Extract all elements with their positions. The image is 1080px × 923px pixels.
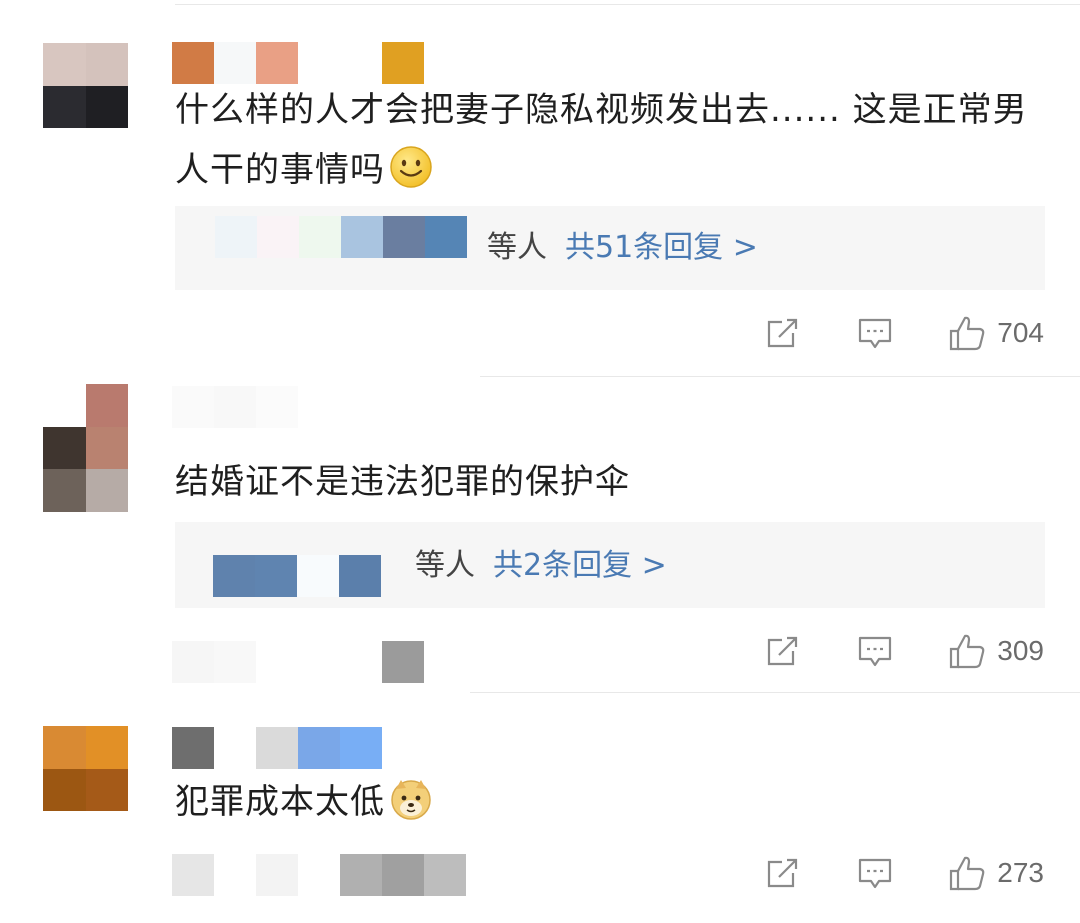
like-count: 704 <box>997 317 1044 348</box>
comment-icon[interactable] <box>855 853 895 893</box>
action-bar: 704 <box>763 313 1044 353</box>
username-pixelated[interactable] <box>172 386 340 428</box>
action-bar: 273 <box>763 853 1044 893</box>
footer-pixelated <box>172 854 466 896</box>
avatar[interactable] <box>43 43 128 128</box>
doge-emoji <box>389 777 433 821</box>
top-divider <box>175 4 1080 5</box>
reply-count[interactable]: 共51条回复 > <box>565 230 758 265</box>
comment-icon[interactable] <box>855 631 895 671</box>
share-icon[interactable] <box>763 313 803 353</box>
reply-summary[interactable]: 等人 共51条回复 > <box>175 206 1045 290</box>
username-pixelated[interactable] <box>172 42 424 84</box>
thumbs-up-icon[interactable] <box>947 313 987 353</box>
comment-text-body: 犯罪成本太低 <box>175 782 385 822</box>
reply-count[interactable]: 共2条回复 > <box>493 548 667 583</box>
thumbs-up-icon[interactable] <box>947 631 987 671</box>
comment-text-body: 什么样的人才会把妻子隐私视频发出去...... 这是正常男人干的事情吗 <box>175 90 1028 190</box>
like-count: 309 <box>997 635 1044 666</box>
replier-names-pixelated <box>213 555 381 597</box>
reply-who: 等人 <box>487 230 547 265</box>
reply-link[interactable]: 等人 共2条回复 > <box>415 546 667 586</box>
reply-summary[interactable]: 等人 共2条回复 > <box>175 522 1045 608</box>
comment-text: 犯罪成本太低 <box>175 772 1035 832</box>
action-bar: 309 <box>763 631 1044 671</box>
comment-divider <box>470 692 1080 693</box>
reply-who: 等人 <box>415 548 475 583</box>
reply-link[interactable]: 等人 共51条回复 > <box>487 228 758 268</box>
thumbs-up-icon[interactable] <box>947 853 987 893</box>
footer-pixelated <box>172 641 424 683</box>
replier-names-pixelated <box>215 216 467 258</box>
like-count: 273 <box>997 857 1044 888</box>
avatar[interactable] <box>43 726 128 811</box>
comment-text: 什么样的人才会把妻子隐私视频发出去...... 这是正常男人干的事情吗 <box>175 80 1035 200</box>
comment-divider <box>480 376 1080 377</box>
username-pixelated[interactable] <box>172 727 382 769</box>
share-icon[interactable] <box>763 853 803 893</box>
comment-text: 结婚证不是违法犯罪的保护伞 <box>175 452 1035 512</box>
comment-text-body: 结婚证不是违法犯罪的保护伞 <box>175 462 630 502</box>
smile-emoji <box>389 145 433 189</box>
comment-icon[interactable] <box>855 313 895 353</box>
avatar[interactable] <box>43 384 128 512</box>
share-icon[interactable] <box>763 631 803 671</box>
